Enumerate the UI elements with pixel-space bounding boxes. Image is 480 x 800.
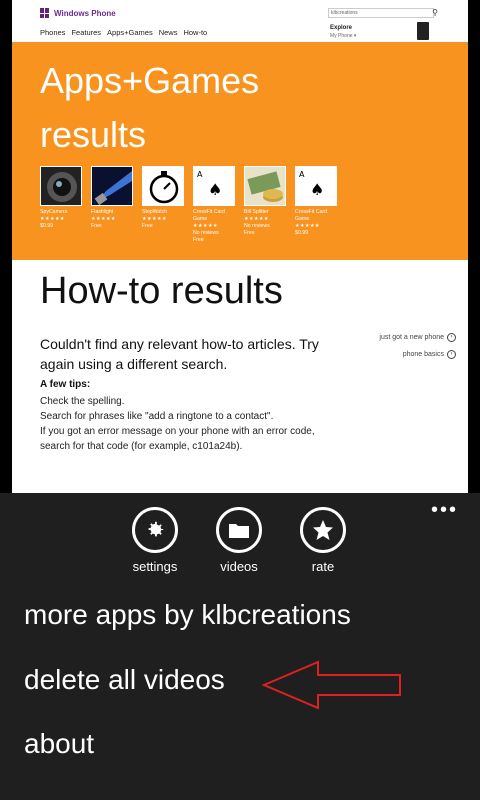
logo-text: Windows Phone (54, 8, 116, 18)
no-results-message: Couldn't find any relevant how-to articl… (40, 336, 319, 372)
svg-text:♠: ♠ (208, 180, 222, 199)
tip-item: Check the spelling. (40, 396, 125, 407)
explore-label[interactable]: Explore (330, 25, 352, 31)
web-page: Windows Phone Phones Features Apps+Games… (12, 0, 468, 493)
settings-button[interactable]: settings (120, 507, 190, 574)
app-item[interactable]: A ♠ CrossFit Card Game ★★★★★ $0.99 (295, 166, 337, 244)
settings-label: settings (132, 559, 178, 574)
videos-label: videos (220, 559, 258, 574)
site-search-input[interactable]: klbcreations (328, 8, 434, 18)
nav-features[interactable]: Features (71, 28, 101, 37)
app-list: SpyCamera ★★★★★ $0.99 Flashlight ★★★★★ F… (40, 166, 337, 244)
folder-icon (216, 507, 262, 553)
arrow-right-icon: › (447, 350, 456, 359)
svg-text:♠: ♠ (310, 180, 324, 199)
app-name: Bill Splitter (244, 209, 269, 215)
nav-phones[interactable]: Phones (40, 28, 65, 37)
stopwatch-tile-icon (142, 166, 184, 206)
side-links: just got a new phone › phone basics › (342, 333, 456, 367)
app-name: CrossFit Card Game (193, 209, 225, 222)
app-item[interactable]: A ♠ CrossFit Card Game ★★★★★ No reviews F… (193, 166, 235, 244)
spy-camera-tile-icon (40, 166, 82, 206)
site-header: Windows Phone Phones Features Apps+Games… (12, 0, 468, 42)
app-bar: ••• settings videos rate more apps by kl… (0, 493, 480, 800)
more-options-icon[interactable]: ••• (431, 499, 458, 522)
site-nav: Phones Features Apps+Games News How-to (40, 28, 207, 37)
app-price: $0.99 (40, 223, 53, 229)
flashlight-tile-icon (91, 166, 133, 206)
videos-button[interactable]: videos (204, 507, 274, 574)
app-reviews: No reviews (244, 223, 270, 229)
tip-item: Search for phrases like "add a ringtone … (40, 411, 274, 422)
search-icon[interactable]: ⚲ (430, 8, 440, 18)
app-name: CrossFit Card Game (295, 209, 327, 222)
app-stars: ★★★★★ (193, 223, 218, 229)
app-name: Flashlight (91, 209, 114, 215)
side-link-new-phone[interactable]: just got a new phone › (342, 333, 456, 342)
rate-label: rate (311, 559, 335, 574)
app-item[interactable]: StopWatch ★★★★★ Free (142, 166, 184, 244)
tips-list: Check the spelling. Search for phrases l… (40, 394, 330, 454)
tip-item: If you got an error message on your phon… (40, 426, 315, 452)
app-stars: ★★★★★ (295, 223, 320, 229)
red-arrow-annotation (262, 660, 401, 710)
menu-more-apps[interactable]: more apps by klbcreations (24, 599, 351, 631)
menu-about[interactable]: about (24, 728, 94, 760)
star-icon (300, 507, 346, 553)
apps-results-title: Apps+Games results (40, 60, 260, 155)
windows-logo-icon (40, 8, 50, 18)
app-price: Free (193, 237, 204, 243)
app-name: StopWatch (142, 209, 168, 215)
nav-apps-games[interactable]: Apps+Games (107, 28, 153, 37)
howto-results-title: How-to results (40, 270, 283, 312)
tips-heading: A few tips: (40, 379, 91, 390)
gear-icon (132, 507, 178, 553)
app-reviews: No reviews (193, 230, 219, 236)
app-price: Free (142, 223, 153, 229)
app-price: Free (244, 230, 255, 236)
app-item[interactable]: Bill Splitter ★★★★★ No reviews Free (244, 166, 286, 244)
ace-of-spades-tile-icon: A ♠ (193, 166, 235, 206)
rate-button[interactable]: rate (288, 507, 358, 574)
nav-how-to[interactable]: How-to (183, 28, 207, 37)
svg-text:A: A (197, 170, 203, 179)
side-link-phone-basics[interactable]: phone basics › (342, 350, 456, 359)
my-phone-dropdown[interactable]: My Phone ▾ (330, 33, 356, 39)
app-stars: ★★★★★ (142, 216, 167, 222)
side-link-label: phone basics (402, 351, 444, 358)
app-name: SpyCamera (40, 209, 68, 215)
app-item[interactable]: Flashlight ★★★★★ Free (91, 166, 133, 244)
app-stars: ★★★★★ (91, 216, 116, 222)
arrow-right-icon: › (447, 333, 456, 342)
side-link-label: just got a new phone (379, 334, 444, 341)
svg-text:A: A (299, 170, 305, 179)
menu-delete-all-videos[interactable]: delete all videos (24, 664, 225, 696)
app-stars: ★★★★★ (40, 216, 65, 222)
app-stars: ★★★★★ (244, 216, 269, 222)
nav-news[interactable]: News (159, 28, 178, 37)
ace-of-spades-tile-icon: A ♠ (295, 166, 337, 206)
phone-thumbnail-icon (417, 22, 429, 40)
bill-splitter-tile-icon (244, 166, 286, 206)
app-price: Free (91, 223, 102, 229)
apps-results-section: Apps+Games results SpyCamera ★★★★★ $0.99… (12, 42, 468, 260)
app-item[interactable]: SpyCamera ★★★★★ $0.99 (40, 166, 82, 244)
app-price: $0.99 (295, 230, 308, 236)
windows-phone-logo[interactable]: Windows Phone (40, 8, 116, 18)
